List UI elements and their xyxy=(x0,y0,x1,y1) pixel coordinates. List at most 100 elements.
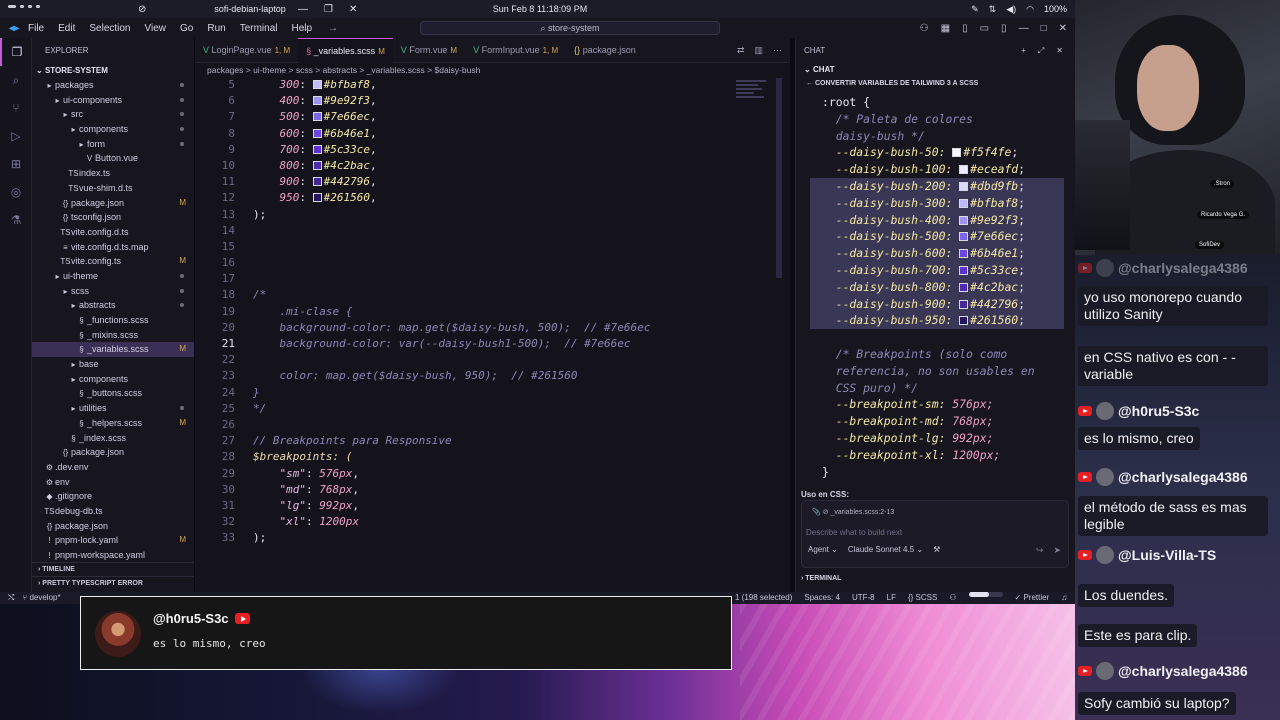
more-icon[interactable]: ⋯ xyxy=(773,38,782,62)
color-swatch[interactable] xyxy=(312,193,322,203)
minimap[interactable] xyxy=(736,78,770,118)
search-icon[interactable]: ⌕ xyxy=(0,66,32,94)
color-swatch[interactable] xyxy=(312,177,322,187)
clock[interactable]: Sun Feb 8 11:18:09 PM xyxy=(470,4,610,14)
file-tree-item[interactable]: {} package.json xyxy=(32,519,194,534)
chat-subheader[interactable]: ⌄ CHAT xyxy=(796,63,1075,77)
branch-status[interactable]: ⑂ develop* xyxy=(22,592,60,604)
color-swatch[interactable] xyxy=(312,80,322,89)
no-notifications-icon[interactable]: ⊘ xyxy=(138,4,146,15)
menu-item-edit[interactable]: Edit xyxy=(58,23,75,34)
minimize-icon[interactable]: — xyxy=(298,4,308,15)
remote-status-icon[interactable]: ⤭ xyxy=(8,592,14,604)
color-swatch[interactable] xyxy=(312,160,322,170)
copilot-status-icon[interactable]: ⚇ xyxy=(949,592,956,604)
run-debug-icon[interactable]: ▷ xyxy=(0,122,32,150)
volume-icon[interactable]: ◀) xyxy=(1006,4,1016,15)
file-tree-item[interactable]: ▸ scss xyxy=(32,284,194,299)
pen-icon[interactable]: ✎ xyxy=(971,4,979,15)
file-tree-item[interactable]: § _helpers.scss M xyxy=(32,416,194,431)
file-tree-item[interactable]: TSvue-shim.d.ts xyxy=(32,181,194,196)
file-tree-item[interactable]: ▸ utilities xyxy=(32,401,194,416)
explorer-icon[interactable]: ❐ xyxy=(0,38,32,66)
project-root[interactable]: ⌄ STORE-SYSTEM xyxy=(32,64,194,78)
close-icon[interactable]: ✕ xyxy=(349,4,357,15)
file-tree-item[interactable]: TSvite.config.ts M xyxy=(32,254,194,269)
file-tree-item[interactable]: {} package.json xyxy=(32,445,194,460)
file-tree-item[interactable]: ⚙ env xyxy=(32,475,194,490)
split-editor-icon[interactable]: ▥ xyxy=(754,38,763,62)
file-tree-item[interactable]: V Button.vue xyxy=(32,151,194,166)
timeline-section[interactable]: › TIMELINE xyxy=(32,562,194,576)
file-tree-item[interactable]: ▸ packages xyxy=(32,78,194,93)
editor-tab[interactable]: V FormInput.vue 1, M xyxy=(465,38,566,63)
toggle-aux-icon[interactable]: ▯ xyxy=(1001,23,1007,34)
source-control-icon[interactable]: ⑂ xyxy=(0,94,32,122)
restore-icon[interactable]: ❐ xyxy=(324,4,333,15)
file-tree-item[interactable]: TSindex.ts xyxy=(32,166,194,181)
file-tree-item[interactable]: § _mixins.scss xyxy=(32,328,194,343)
context-reference[interactable]: 📎 ⊘ _variables.scss:2-13 xyxy=(812,508,894,516)
file-tree-item[interactable]: ▸ abstracts xyxy=(32,298,194,313)
wifi-icon[interactable]: ◠ xyxy=(1026,4,1034,15)
tools-icon[interactable]: ⚒ xyxy=(933,545,940,554)
network-icon[interactable]: ⇅ xyxy=(989,4,997,15)
terminal-section[interactable]: › TERMINAL xyxy=(801,575,841,582)
pretty-errors-section[interactable]: › PRETTY TYPESCRIPT ERROR xyxy=(32,576,194,590)
new-chat-icon[interactable]: + xyxy=(1021,38,1026,63)
close-chat-icon[interactable]: ✕ xyxy=(1056,38,1063,63)
color-swatch[interactable] xyxy=(959,316,969,326)
color-swatch[interactable] xyxy=(959,232,969,242)
editor-tab[interactable]: § _variables.scss M xyxy=(298,38,393,63)
close-window-icon[interactable]: ✕ xyxy=(1059,23,1067,34)
color-swatch[interactable] xyxy=(312,112,322,122)
layout-icon[interactable]: ▦ xyxy=(941,23,950,34)
chat-code-block[interactable]: :root { /* Paleta de colores daisy-bush … xyxy=(810,94,1064,480)
color-swatch[interactable] xyxy=(312,128,322,138)
extensions-icon[interactable]: ⊞ xyxy=(0,150,32,178)
code-view[interactable]: 5 300: #bfbaf8, 6 400: #9e92f3, 7 500: #7e… xyxy=(195,77,755,546)
breadcrumb[interactable]: packages > ui-theme > scss > abstracts >… xyxy=(195,63,790,77)
file-tree-item[interactable]: ▸ components xyxy=(32,372,194,387)
forward-arrow-icon[interactable]: → xyxy=(328,23,338,34)
encoding-status[interactable]: UTF-8 xyxy=(852,592,875,604)
command-center-search[interactable]: ⌕ store-system xyxy=(420,21,720,35)
minimize-window-icon[interactable]: — xyxy=(1019,23,1029,34)
menu-item-selection[interactable]: Selection xyxy=(89,23,130,34)
file-tree-item[interactable]: {} tsconfig.json xyxy=(32,210,194,225)
maximize-window-icon[interactable]: □ xyxy=(1041,23,1047,34)
file-tree-item[interactable]: § _index.scss xyxy=(32,431,194,446)
menu-item-view[interactable]: View xyxy=(145,23,167,34)
color-swatch[interactable] xyxy=(959,165,969,175)
battery-level[interactable]: 100% xyxy=(1044,4,1067,14)
conversation-title[interactable]: ← CONVERTIR VARIABLES DE TAILWIND 3 A SC… xyxy=(806,80,978,87)
prettier-status[interactable]: ✓ Prettier xyxy=(1015,592,1050,604)
file-tree-item[interactable]: ▸ ui-theme xyxy=(32,269,194,284)
model-select[interactable]: Claude Sonnet 4.5 ⌄ xyxy=(848,545,923,554)
file-tree-item[interactable]: ◆ .gitignore xyxy=(32,489,194,504)
menu-item-go[interactable]: Go xyxy=(180,23,193,34)
file-tree-item[interactable]: ▸ ui-components xyxy=(32,93,194,108)
testing-icon[interactable]: ⚗ xyxy=(0,206,32,234)
file-tree-item[interactable]: ! pnpm-lock.yaml M xyxy=(32,533,194,548)
file-tree-item[interactable]: ! pnpm-workspace.yaml xyxy=(32,548,194,563)
color-swatch[interactable] xyxy=(959,299,969,309)
color-swatch[interactable] xyxy=(959,265,969,275)
file-tree-item[interactable]: TSvite.config.d.ts xyxy=(32,225,194,240)
file-tree-item[interactable]: TSdebug-db.ts xyxy=(32,504,194,519)
workspace-indicator[interactable] xyxy=(8,5,40,8)
editor-tab[interactable]: {} package.json xyxy=(566,38,644,63)
color-swatch[interactable] xyxy=(952,148,962,158)
color-swatch[interactable] xyxy=(959,198,969,208)
language-status[interactable]: {} SCSS xyxy=(908,592,937,604)
toggle-sidebar-icon[interactable]: ▯ xyxy=(962,23,968,34)
file-tree-item[interactable]: § _functions.scss xyxy=(32,313,194,328)
file-tree-item[interactable]: ▸ base xyxy=(32,357,194,372)
file-tree-item[interactable]: ▸ form xyxy=(32,137,194,152)
eol-status[interactable]: LF xyxy=(887,592,896,604)
file-tree-item[interactable]: § _buttons.scss xyxy=(32,386,194,401)
indent-status[interactable]: Spaces: 4 xyxy=(804,592,840,604)
selection-status[interactable]: 1 (198 selected) xyxy=(735,592,792,604)
color-swatch[interactable] xyxy=(312,96,322,106)
editor-tab[interactable]: V Form.vue M xyxy=(393,38,465,63)
